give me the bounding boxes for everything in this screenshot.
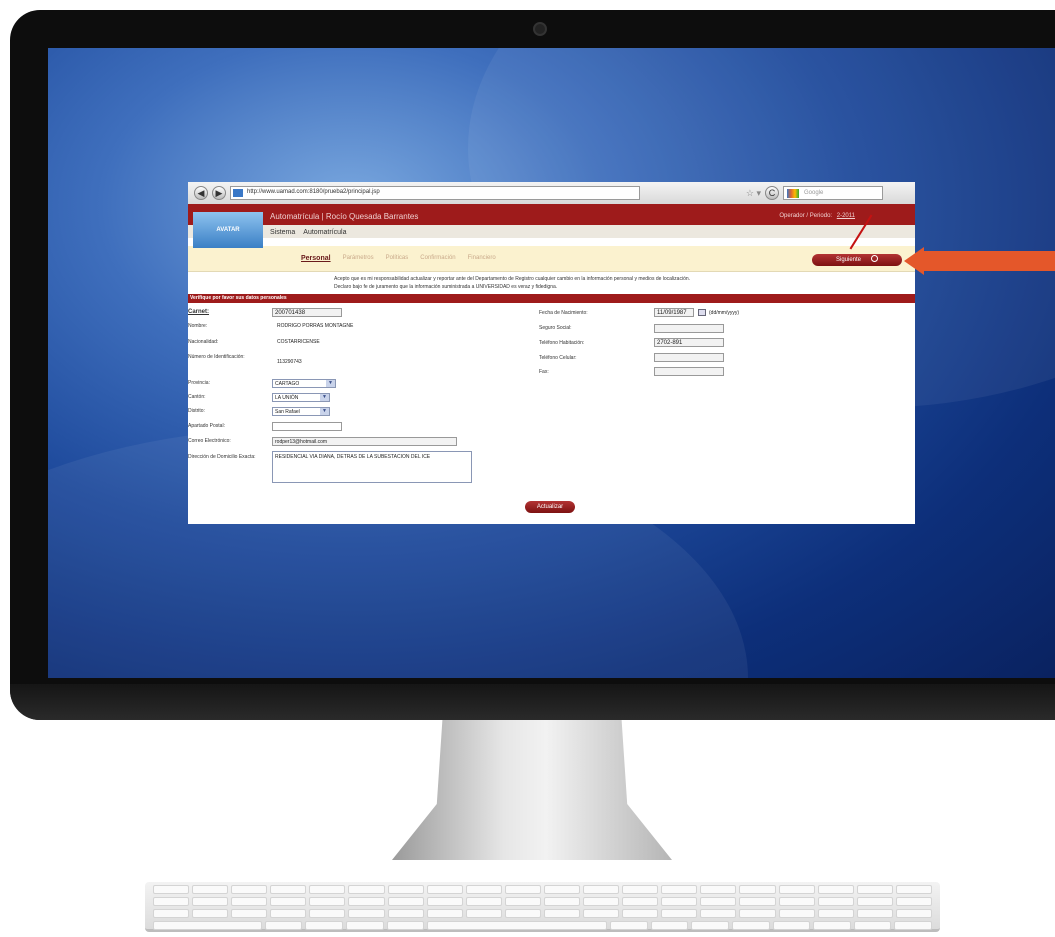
nacionalidad-label: Nacionalidad: xyxy=(188,339,219,345)
keyboard xyxy=(145,882,940,932)
browser-window: ◀ ▶ http://www.uamad.com:8180/prueba2/pr… xyxy=(188,182,915,524)
fax-field[interactable] xyxy=(654,367,724,376)
tel-hab-field[interactable]: 2702-891 xyxy=(654,338,724,347)
tab-parametros[interactable]: Parámetros xyxy=(343,255,374,262)
tab-financiero[interactable]: Financiero xyxy=(468,255,496,262)
notice-line2: Declaro bajo fe de juramento que la info… xyxy=(334,284,558,290)
canton-select[interactable]: LA UNIÓN ▼ xyxy=(272,393,330,402)
app-menubar: Sistema Automatrícula xyxy=(188,225,915,238)
numero-value: 113290743 xyxy=(277,359,302,365)
step-tabbar: Personal Parámetros Políticas Confirmaci… xyxy=(188,246,915,272)
direccion-label: Dirección de Domicilio Exacta: xyxy=(188,454,256,460)
provincia-label: Provincia: xyxy=(188,380,210,386)
callout-arrow-icon xyxy=(904,247,1055,275)
camera-icon xyxy=(533,22,547,36)
favicon-icon xyxy=(233,189,243,197)
nombre-value: RODRIGO PORRAS MONTAGNE xyxy=(277,323,354,329)
arrow-circle-icon xyxy=(871,255,879,262)
bookmark-star-icon[interactable]: ☆ ▾ xyxy=(746,188,761,199)
reload-button[interactable]: C xyxy=(765,186,779,200)
section-title: Verifique por favor sus datos personales xyxy=(188,294,915,303)
chevron-down-icon: ▼ xyxy=(320,394,329,401)
avatar-logo: AVATAR xyxy=(193,212,263,248)
search-placeholder: Google xyxy=(804,190,824,196)
apartado-field[interactable] xyxy=(272,422,342,431)
distrito-value: San Rafael xyxy=(275,409,300,415)
fax-label: Fax: xyxy=(539,369,549,375)
tab-politicas[interactable]: Políticas xyxy=(386,255,409,262)
direccion-textarea[interactable]: RESIDENCIAL VIA DIANA, DETRAS DE LA SUBE… xyxy=(272,451,472,483)
forward-button[interactable]: ▶ xyxy=(212,186,226,200)
app-title: Automatrícula | Rocío Quesada Barrantes xyxy=(270,212,419,221)
fecha-format: (dd/mm/yyyy) xyxy=(709,310,739,316)
seguro-label: Seguro Social: xyxy=(539,325,572,331)
menu-sistema[interactable]: Sistema xyxy=(270,229,295,236)
fecha-label: Fecha de Nacimiento: xyxy=(539,310,588,316)
browser-toolbar: ◀ ▶ http://www.uamad.com:8180/prueba2/pr… xyxy=(188,182,915,204)
fecha-field[interactable]: 11/09/1987 xyxy=(654,308,694,317)
notice: Acepto que es mi responsabilidad actuali… xyxy=(188,272,915,291)
notice-line1: Acepto que es mi responsabilidad actuali… xyxy=(334,276,691,282)
user-label: Operador / Periodo xyxy=(779,213,831,219)
provincia-select[interactable]: CARTAGO ▼ xyxy=(272,379,336,388)
tab-personal[interactable]: Personal xyxy=(301,255,331,262)
distrito-label: Distrito: xyxy=(188,408,205,414)
chevron-down-icon: ▼ xyxy=(320,408,329,415)
carnet-field: 200701438 xyxy=(272,308,342,317)
chevron-down-icon: ▼ xyxy=(326,380,335,387)
nacionalidad-value: COSTARRICENSE xyxy=(277,339,320,345)
update-button[interactable]: Actualizar xyxy=(525,501,575,513)
correo-field[interactable]: rodper13@hotmail.com xyxy=(272,437,457,446)
apartado-label: Apartado Postal: xyxy=(188,423,225,429)
carnet-label: Carnet: xyxy=(188,309,210,315)
user-info: Operador / Periodo: 2-2011 xyxy=(779,213,855,219)
back-button[interactable]: ◀ xyxy=(194,186,208,200)
tel-cel-label: Teléfono Celular: xyxy=(539,355,577,361)
address-text: http://www.uamad.com:8180/prueba2/princi… xyxy=(247,189,380,195)
address-bar[interactable]: http://www.uamad.com:8180/prueba2/princi… xyxy=(230,186,640,200)
monitor-stand xyxy=(392,720,672,860)
tab-confirmacion[interactable]: Confirmación xyxy=(420,255,455,262)
search-box[interactable]: Google xyxy=(783,186,883,200)
canton-label: Cantón: xyxy=(188,394,206,400)
app-header: AVATAR Automatrícula | Rocío Quesada Bar… xyxy=(188,204,915,248)
personal-data-form: Carnet: 200701438 Nombre: RODRIGO PORRAS… xyxy=(188,303,915,523)
tel-hab-label: Teléfono Habitación: xyxy=(539,340,585,346)
canton-value: LA UNIÓN xyxy=(275,395,299,401)
next-button-label: Siguiente xyxy=(835,257,862,263)
monitor-scene: ◀ ▶ http://www.uamad.com:8180/prueba2/pr… xyxy=(0,0,1055,937)
provincia-value: CARTAGO xyxy=(275,381,300,387)
nombre-label: Nombre: xyxy=(188,323,208,329)
menu-automatricula[interactable]: Automatrícula xyxy=(303,229,346,236)
distrito-select[interactable]: San Rafael ▼ xyxy=(272,407,330,416)
numero-label: Número de Identificación: xyxy=(188,354,245,360)
period-link[interactable]: 2-2011 xyxy=(837,213,855,219)
tel-cel-field[interactable] xyxy=(654,353,724,362)
next-button[interactable]: Siguiente xyxy=(812,254,902,266)
seguro-field[interactable] xyxy=(654,324,724,333)
calendar-icon[interactable] xyxy=(698,309,706,316)
correo-label: Correo Electrónico: xyxy=(188,438,231,444)
google-icon xyxy=(787,189,799,198)
